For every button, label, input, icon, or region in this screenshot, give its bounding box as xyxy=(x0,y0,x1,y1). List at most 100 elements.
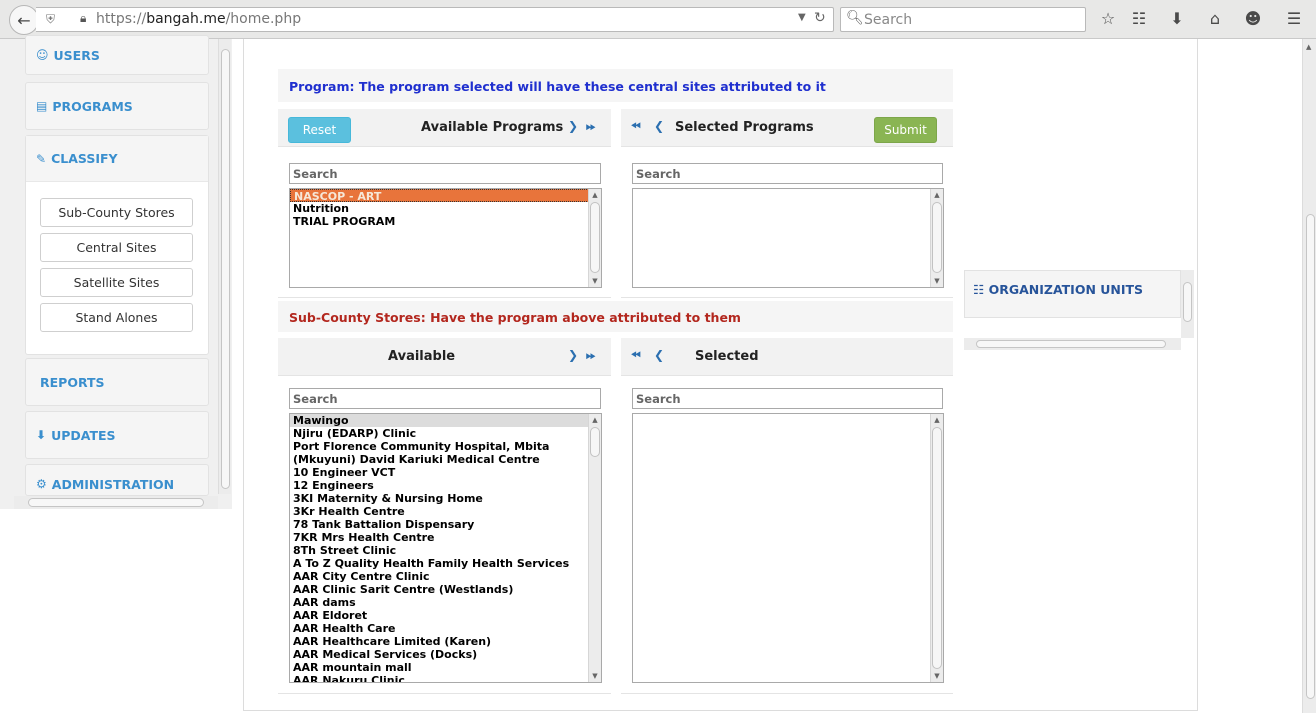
sidebar-item-administration[interactable]: ⚙ ADMINISTRATION xyxy=(25,464,209,496)
org-vertical-scrollbar[interactable] xyxy=(1181,270,1194,338)
list-item[interactable]: TRIAL PROGRAM xyxy=(290,215,601,228)
list-item[interactable]: AAR Nakuru Clinic xyxy=(290,674,601,682)
sidebar-item-programs[interactable]: ▤ PROGRAMS xyxy=(25,82,209,130)
move-all-left-icon[interactable]: ⏪︎ xyxy=(631,348,643,363)
sidebar-administration-label: ADMINISTRATION xyxy=(51,476,175,492)
list-item[interactable]: AAR Health Care xyxy=(290,622,601,635)
sidebar: ☺ USERS ▤ PROGRAMS ✎ CLASSIFY Sub-County St… xyxy=(0,35,232,509)
classify-stand-alones-button[interactable]: Stand Alones xyxy=(40,303,193,332)
lock-icon[interactable]: 🔒︎ xyxy=(80,11,86,26)
list-scrollbar[interactable]: ▲ ▼ xyxy=(588,414,601,682)
list-item[interactable]: A To Z Quality Health Family Health Serv… xyxy=(290,557,601,570)
org-horizontal-scrollbar[interactable] xyxy=(964,338,1181,350)
classify-satellite-sites-button[interactable]: Satellite Sites xyxy=(40,268,193,297)
selected-programs-title: Selected Programs xyxy=(675,120,814,135)
list-scrollbar[interactable]: ▲ ▼ xyxy=(930,189,943,287)
search-icon: 🔍︎ xyxy=(846,10,864,26)
classify-sub-county-stores-button[interactable]: Sub-County Stores xyxy=(40,198,193,227)
edit-icon: ✎ xyxy=(36,151,47,166)
organization-units-title: ORGANIZATION UNITS xyxy=(988,282,1144,297)
list-item[interactable]: 7KR Mrs Health Centre xyxy=(290,531,601,544)
move-all-left-icon[interactable]: ⏪︎ xyxy=(631,119,643,134)
sidebar-updates-label: UPDATES xyxy=(51,427,116,443)
list-item[interactable]: 10 Engineer VCT xyxy=(290,466,601,479)
list-item[interactable]: AAR mountain mall xyxy=(290,661,601,674)
list-item[interactable]: AAR Eldoret xyxy=(290,609,601,622)
selected-programs-list[interactable]: ▲ ▼ xyxy=(632,188,944,288)
move-all-right-icon[interactable]: ⏩︎ xyxy=(586,119,598,134)
address-bar[interactable]: ⛨ 🔒︎ https://bangah.me/home.php ▼ ↻ xyxy=(36,7,834,32)
move-right-icon[interactable]: ❯ xyxy=(568,119,580,133)
move-left-icon[interactable]: ❮ xyxy=(654,348,666,362)
list-item[interactable]: Port Florence Community Hospital, Mbita xyxy=(290,440,601,453)
selected-programs-search-input[interactable] xyxy=(632,163,943,184)
reset-button[interactable]: Reset xyxy=(288,117,351,143)
list-item[interactable]: AAR dams xyxy=(290,596,601,609)
available-stores-header: Available ❯ ⏩︎ xyxy=(278,338,611,376)
list-scrollbar[interactable]: ▲ ▼ xyxy=(588,189,601,287)
move-all-right-icon[interactable]: ⏩︎ xyxy=(586,348,598,363)
hamburger-menu-icon[interactable]: ☰ xyxy=(1284,9,1304,29)
back-arrow-icon[interactable]: ← xyxy=(9,5,39,35)
sidebar-item-reports[interactable]: REPORTS xyxy=(25,358,209,406)
main-content: Program: The program selected will have … xyxy=(243,39,1198,711)
divider xyxy=(621,297,953,298)
submit-button[interactable]: Submit xyxy=(874,117,937,143)
selected-stores-list[interactable]: ▲ ▼ xyxy=(632,413,944,683)
list-item[interactable]: 3Kr Health Centre xyxy=(290,505,601,518)
available-programs-title: Available Programs xyxy=(421,120,564,135)
move-left-icon[interactable]: ❮ xyxy=(654,119,666,133)
list-item[interactable]: (Mkuyuni) David Kariuki Medical Centre xyxy=(290,453,601,466)
program-heading: Program: The program selected will have … xyxy=(289,79,826,94)
program-heading-band: Program: The program selected will have … xyxy=(278,69,953,102)
list-item[interactable]: AAR City Centre Clinic xyxy=(290,570,601,583)
selected-stores-title: Selected xyxy=(695,349,759,364)
list-item[interactable]: Njiru (EDARP) Clinic xyxy=(290,427,601,440)
sidebar-item-users[interactable]: ☺ USERS xyxy=(25,35,209,75)
browser-search-input[interactable]: 🔍︎ Search xyxy=(840,7,1086,32)
list-item[interactable]: AAR Healthcare Limited (Karen) xyxy=(290,635,601,648)
list-item[interactable]: 78 Tank Battalion Dispensary xyxy=(290,518,601,531)
selected-stores-search-input[interactable] xyxy=(632,388,943,409)
url-text[interactable]: https://bangah.me/home.php xyxy=(96,11,301,27)
move-right-icon[interactable]: ❯ xyxy=(568,348,580,362)
list-item[interactable]: NASCOP - ART xyxy=(290,189,601,203)
list-item[interactable]: 8Th Street Clinic xyxy=(290,544,601,557)
reload-icon[interactable]: ↻ xyxy=(814,10,826,26)
download-icon[interactable]: ⬇ xyxy=(1167,9,1187,29)
chat-icon[interactable]: ☻ xyxy=(1243,9,1263,29)
sidebar-programs-label: PROGRAMS xyxy=(52,98,133,114)
page-vertical-scrollbar[interactable]: ▲ xyxy=(1302,39,1316,713)
list-item[interactable]: Nutrition xyxy=(290,202,601,215)
download-icon: ⬇ xyxy=(36,428,47,442)
classify-central-sites-button[interactable]: Central Sites xyxy=(40,233,193,262)
divider xyxy=(621,693,953,694)
list-item[interactable]: AAR Clinic Sarit Centre (Westlands) xyxy=(290,583,601,596)
reading-list-icon[interactable]: ☷ xyxy=(1129,9,1149,29)
list-item[interactable]: AAR Medical Services (Docks) xyxy=(290,648,601,661)
organization-units-panel: ☷ ORGANIZATION UNITS xyxy=(964,270,1194,350)
available-stores-search-input[interactable] xyxy=(289,388,601,409)
list-item[interactable]: Mawingo xyxy=(290,414,601,427)
bookmark-star-icon[interactable]: ☆ xyxy=(1098,9,1118,29)
home-icon[interactable]: ⌂ xyxy=(1205,9,1225,29)
sitemap-icon: ☷ xyxy=(973,282,985,297)
sidebar-classify-label: CLASSIFY xyxy=(51,151,118,166)
sidebar-item-updates[interactable]: ⬇ UPDATES xyxy=(25,411,209,459)
shield-icon[interactable]: ⛨ xyxy=(46,12,60,27)
selected-programs-header: ⏪︎ ❮ Selected Programs Submit xyxy=(621,109,953,147)
available-programs-list[interactable]: NASCOP - ART Nutrition TRIAL PROGRAM ▲ ▼ xyxy=(289,188,602,288)
divider xyxy=(278,297,611,298)
organization-units-card[interactable]: ☷ ORGANIZATION UNITS xyxy=(964,270,1181,318)
list-item[interactable]: 12 Engineers xyxy=(290,479,601,492)
available-stores-list[interactable]: Mawingo Njiru (EDARP) Clinic Port Florence… xyxy=(289,413,602,683)
available-programs-search-input[interactable] xyxy=(289,163,601,184)
list-item[interactable]: 3KI Maternity & Nursing Home xyxy=(290,492,601,505)
list-scrollbar[interactable]: ▲ ▼ xyxy=(930,414,943,682)
sidebar-horizontal-scrollbar[interactable] xyxy=(14,496,218,509)
selected-stores-header: ⏪︎ ❮ Selected xyxy=(621,338,953,376)
sidebar-vertical-scrollbar[interactable] xyxy=(218,39,231,494)
sidebar-users-label: USERS xyxy=(53,47,100,63)
dropdown-icon[interactable]: ▼ xyxy=(798,12,806,23)
browser-search-placeholder: Search xyxy=(864,12,913,28)
